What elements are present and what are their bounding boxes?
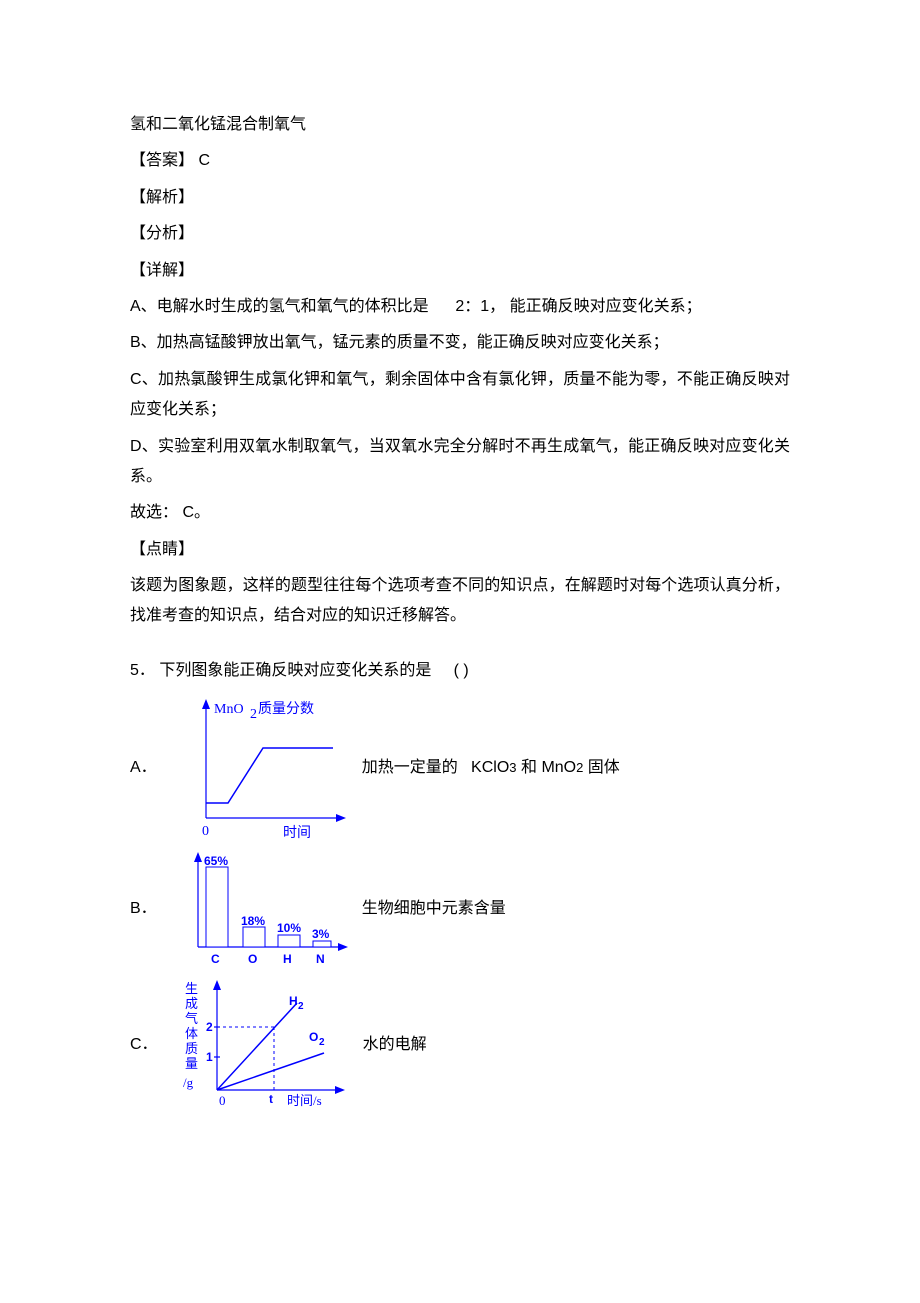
explain-a-ratio: 2：1， [455, 298, 505, 315]
svg-text:65%: 65% [204, 854, 228, 868]
chart-c: 生 成 气 体 质 量 /g 1 2 H2 [178, 974, 355, 1116]
svg-text:O: O [248, 952, 257, 966]
svg-text:2: 2 [206, 1020, 213, 1034]
detail-label: 【详解】 [130, 256, 790, 286]
explain-d: D、实验室利用双氧水制取氧气，当双氧水完全分解时不再生成氧气，能正确反映对应变化… [130, 432, 790, 493]
option-letter-c: C． [130, 1030, 158, 1060]
svg-text:O: O [309, 1030, 318, 1044]
explain-a: A、电解水时生成的氢气和氧气的体积比是 2：1， 能正确反映对应变化关系； [130, 292, 790, 322]
svg-text:质: 质 [185, 1041, 198, 1056]
chart-a: MnO 2 质量分数 0 时间 [177, 692, 354, 844]
option-letter-a: A． [130, 753, 157, 783]
option-c-text: 水的电解 [363, 1030, 427, 1060]
svg-text:2: 2 [319, 1037, 325, 1048]
svg-text:2: 2 [298, 1001, 304, 1012]
svg-text:C: C [211, 952, 220, 966]
option-a-text: 加热一定量的 KClO3 和 MnO2 固体 [362, 753, 620, 783]
svg-text:10%: 10% [277, 921, 301, 935]
svg-text:1: 1 [206, 1050, 213, 1064]
svg-text:质量分数: 质量分数 [258, 701, 314, 717]
opt-a-kclo3: KClO [471, 759, 509, 776]
option-letter-b: B． [130, 894, 157, 924]
q5-paren: ( ) [454, 662, 469, 679]
q5-stem: 5． 下列图象能正确反映对应变化关系的是 ( ) [130, 656, 790, 686]
svg-text:2: 2 [250, 707, 257, 722]
q5-stem-text: 下列图象能正确反映对应变化关系的是 [159, 662, 431, 679]
svg-text:/g: /g [183, 1075, 194, 1090]
svg-text:时间: 时间 [283, 825, 311, 841]
svg-text:0: 0 [202, 824, 209, 839]
explain-c: C、加热氯酸钾生成氯化钾和氧气，剩余固体中含有氯化钾，质量不能为零，不能正确反映… [130, 365, 790, 426]
q5-option-c: C． 生 成 气 体 质 量 /g 1 2 [130, 974, 790, 1116]
explain-a-tail: 能正确反映对应变化关系； [510, 298, 702, 315]
explain-c-text: C、加热氯酸钾生成氯化钾和氧气，剩余固体中含有氯化钾，质量不能为零，不能正确反映… [130, 371, 790, 418]
explain-a-head: A、电解水时生成的氢气和氧气的体积比是 [130, 298, 429, 315]
svg-text:0: 0 [219, 1093, 226, 1108]
q5-option-a: A． MnO 2 质量分数 0 时间 加热一定量的 KClO3 和 MnO2 固… [130, 692, 790, 844]
chart-b: 65% 18% 10% 3% C O H N [177, 848, 354, 970]
svg-text:量: 量 [185, 1056, 198, 1071]
svg-text:18%: 18% [241, 914, 265, 928]
svg-text:生: 生 [185, 981, 198, 996]
opt-a-mno2-sub: 2 [576, 760, 583, 775]
svg-text:成: 成 [185, 996, 198, 1011]
svg-text:H: H [283, 952, 292, 966]
svg-text:3%: 3% [312, 927, 330, 941]
opt-a-pre: 加热一定量的 [362, 759, 458, 776]
choose-line: 故选： C。 [130, 498, 790, 528]
svg-text:时间/s: 时间/s [287, 1093, 322, 1108]
svg-text:MnO: MnO [214, 702, 244, 717]
q5-option-b: B． 65% 18% 10% 3% C O H N 生物细胞中元素含量 [130, 848, 790, 970]
svg-text:t: t [269, 1092, 273, 1106]
explain-d-text: D、实验室利用双氧水制取氧气，当双氧水完全分解时不再生成氧气，能正确反映对应变化… [130, 438, 790, 485]
q5-number: 5． [130, 662, 155, 679]
svg-text:H: H [289, 994, 298, 1008]
analysis-label: 【解析】 [130, 183, 790, 213]
explain-b: B、加热高锰酸钾放出氧气，锰元素的质量不变，能正确反映对应变化关系； [130, 328, 790, 358]
option-b-text: 生物细胞中元素含量 [362, 894, 506, 924]
choose-value: C。 [182, 504, 210, 521]
explain-b-text: B、加热高锰酸钾放出氧气，锰元素的质量不变，能正确反映对应变化关系； [130, 334, 669, 351]
dianjing-text: 该题为图象题，这样的题型往往每个选项考查不同的知识点，在解题时对每个选项认真分析… [130, 571, 790, 632]
dianjing-label: 【点睛】 [130, 535, 790, 565]
answer-label: 【答案】 [130, 152, 194, 169]
svg-text:气: 气 [185, 1011, 198, 1026]
opt-a-kclo3-sub: 3 [509, 760, 516, 775]
svg-text:体: 体 [185, 1026, 198, 1041]
opt-a-mno2: MnO [541, 759, 576, 776]
choose-label: 故选： [130, 504, 178, 521]
fenxi-label: 【分析】 [130, 219, 790, 249]
svg-text:N: N [316, 952, 325, 966]
opt-a-solid: 固体 [588, 759, 620, 776]
opt-a-and: 和 [521, 759, 537, 776]
intro-continuation: 氢和二氧化锰混合制氧气 [130, 110, 790, 140]
answer-line: 【答案】 C [130, 146, 790, 176]
answer-value: C [198, 152, 210, 169]
